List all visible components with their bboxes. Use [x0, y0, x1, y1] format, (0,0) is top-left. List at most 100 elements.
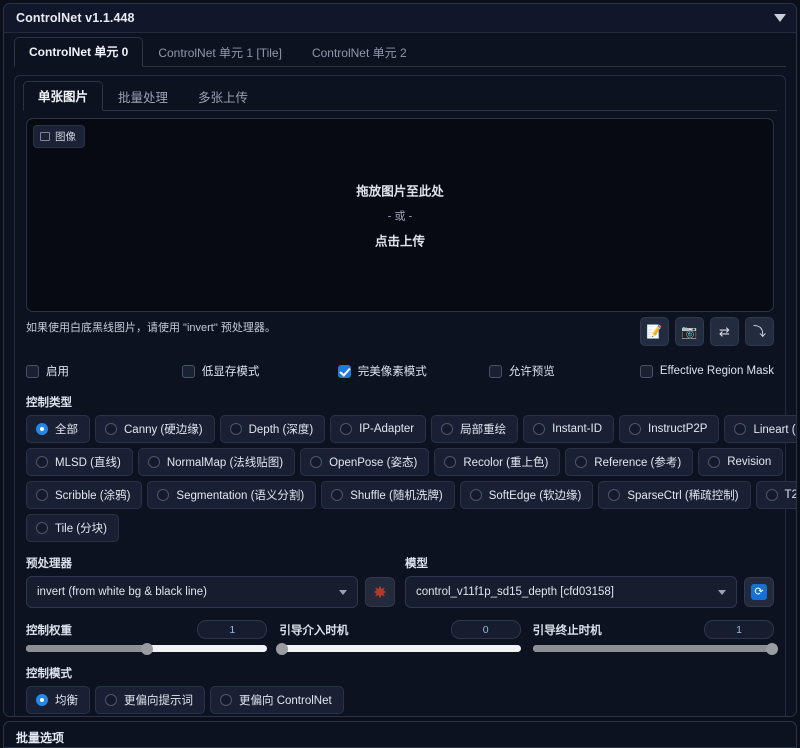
control-mode-controlnet-radio[interactable]	[220, 694, 232, 706]
control-type-openpose-radio[interactable]	[310, 456, 322, 468]
checkbox-effective-region-mask-box[interactable]	[640, 365, 653, 378]
dropzone-click-label[interactable]: 点击上传	[27, 231, 773, 250]
edit-image-icon[interactable]: 📝	[640, 317, 669, 346]
starting-step-track[interactable]	[279, 645, 520, 652]
ending-step-track[interactable]	[533, 645, 774, 652]
control-type-inpaint[interactable]: 局部重绘	[431, 415, 518, 443]
image-dropzone[interactable]: 图像 拖放图片至此处 - 或 - 点击上传	[26, 118, 774, 312]
control-type-softedge-radio[interactable]	[470, 489, 482, 501]
ending-step-knob[interactable]	[766, 643, 778, 655]
control-type-mlsd-radio[interactable]	[36, 456, 48, 468]
control-type-shuffle-radio[interactable]	[331, 489, 343, 501]
checkbox-effective-region-mask-label: Effective Region Mask	[660, 365, 774, 377]
control-type-all-label: 全部	[55, 421, 78, 437]
control-mode-prompt-radio[interactable]	[105, 694, 117, 706]
control-type-all-radio[interactable]	[36, 423, 48, 435]
model-select[interactable]: control_v11f1p_sd15_depth [cfd03158]	[405, 576, 737, 608]
dropzone-text: 拖放图片至此处 - 或 - 点击上传	[27, 181, 773, 250]
control-type-scribble-radio[interactable]	[36, 489, 48, 501]
panel-header[interactable]: ControlNet v1.1.448	[4, 4, 796, 33]
ending-step-slider: 引导终止时机 1	[533, 620, 774, 652]
control-type-t2i-adapter-radio[interactable]	[766, 489, 778, 501]
checkbox-allow-preview[interactable]: 允许预览	[489, 363, 640, 379]
checkbox-pixel-perfect[interactable]: 完美像素模式	[338, 363, 489, 379]
tab-batch-process[interactable]: 批量处理	[103, 82, 183, 111]
preprocessor-value: invert (from white bg & black line)	[37, 586, 207, 598]
control-type-segmentation-label: Segmentation (语义分割)	[176, 487, 304, 503]
send-to-icon[interactable]: ⤵	[745, 317, 774, 346]
control-type-all[interactable]: 全部	[26, 415, 90, 443]
control-type-scribble[interactable]: Scribble (涂鸦)	[26, 481, 142, 509]
control-type-normalmap[interactable]: NormalMap (法线贴图)	[138, 448, 295, 476]
control-type-sparsectrl[interactable]: SparseCtrl (稀疏控制)	[598, 481, 750, 509]
starting-step-value[interactable]: 0	[451, 620, 521, 639]
control-type-normalmap-radio[interactable]	[148, 456, 160, 468]
control-type-recolor-radio[interactable]	[444, 456, 456, 468]
control-type-tile[interactable]: Tile (分块)	[26, 514, 119, 542]
control-type-openpose[interactable]: OpenPose (姿态)	[300, 448, 429, 476]
preprocessor-select[interactable]: invert (from white bg & black line)	[26, 576, 358, 608]
control-type-row-3: Scribble (涂鸦) Segmentation (语义分割) Shuffl…	[26, 481, 774, 509]
control-type-sparsectrl-radio[interactable]	[608, 489, 620, 501]
control-type-instant-id[interactable]: Instant-ID	[523, 415, 614, 443]
control-type-mlsd[interactable]: MLSD (直线)	[26, 448, 133, 476]
control-type-tile-radio[interactable]	[36, 522, 48, 534]
control-type-recolor-label: Recolor (重上色)	[463, 454, 548, 470]
control-type-revision-radio[interactable]	[708, 456, 720, 468]
control-weight-track[interactable]	[26, 645, 267, 652]
control-mode-controlnet[interactable]: 更偏向 ControlNet	[210, 686, 344, 714]
chevron-down-icon[interactable]	[774, 14, 786, 22]
checkbox-enable-box[interactable]	[26, 365, 39, 378]
control-weight-value[interactable]: 1	[197, 620, 267, 639]
chevron-down-icon	[339, 590, 347, 595]
camera-icon[interactable]: 📷	[675, 317, 704, 346]
run-preprocessor-button[interactable]	[365, 577, 395, 607]
control-type-instant-id-radio[interactable]	[533, 423, 545, 435]
control-type-reference-radio[interactable]	[575, 456, 587, 468]
tab-controlnet-unit-0[interactable]: ControlNet 单元 0	[14, 37, 143, 67]
control-type-recolor[interactable]: Recolor (重上色)	[434, 448, 560, 476]
control-type-row-4: Tile (分块)	[26, 514, 774, 542]
swap-icon[interactable]: ⇄	[710, 317, 739, 346]
ending-step-value[interactable]: 1	[704, 620, 774, 639]
batch-options-section[interactable]: 批量选项	[3, 721, 797, 748]
checkbox-allow-preview-box[interactable]	[489, 365, 502, 378]
dropzone-drag-label: 拖放图片至此处	[27, 181, 773, 200]
control-type-instructp2p[interactable]: InstructP2P	[619, 415, 719, 443]
tab-controlnet-unit-2[interactable]: ControlNet 单元 2	[297, 38, 422, 67]
control-type-segmentation-radio[interactable]	[157, 489, 169, 501]
checkbox-low-vram[interactable]: 低显存模式	[182, 363, 338, 379]
control-type-lineart[interactable]: Lineart (线稿)	[724, 415, 797, 443]
control-mode-prompt[interactable]: 更偏向提示词	[95, 686, 205, 714]
checkbox-low-vram-label: 低显存模式	[202, 363, 260, 379]
control-type-canny-radio[interactable]	[105, 423, 117, 435]
control-type-ip-adapter-radio[interactable]	[340, 423, 352, 435]
refresh-models-button[interactable]: ⟳	[744, 577, 774, 607]
control-type-depth[interactable]: Depth (深度)	[220, 415, 326, 443]
control-type-revision[interactable]: Revision	[698, 448, 783, 476]
control-type-inpaint-radio[interactable]	[441, 423, 453, 435]
checkbox-pixel-perfect-box[interactable]	[338, 365, 351, 378]
tab-multi-upload[interactable]: 多张上传	[183, 82, 263, 111]
source-tabs: 单张图片 批量处理 多张上传	[23, 84, 777, 111]
control-type-shuffle[interactable]: Shuffle (随机洗牌)	[321, 481, 454, 509]
control-type-reference[interactable]: Reference (参考)	[565, 448, 693, 476]
control-weight-slider: 控制权重 1	[26, 620, 267, 652]
checkbox-enable[interactable]: 启用	[26, 363, 182, 379]
control-type-depth-radio[interactable]	[230, 423, 242, 435]
control-mode-balanced[interactable]: 均衡	[26, 686, 90, 714]
control-type-instructp2p-radio[interactable]	[629, 423, 641, 435]
tab-controlnet-unit-1[interactable]: ControlNet 单元 1 [Tile]	[143, 38, 297, 67]
control-type-t2i-adapter[interactable]: T2I-Adapter	[756, 481, 797, 509]
tab-single-image[interactable]: 单张图片	[23, 81, 103, 111]
control-type-canny[interactable]: Canny (硬边缘)	[95, 415, 215, 443]
control-weight-knob[interactable]	[141, 643, 153, 655]
control-type-ip-adapter[interactable]: IP-Adapter	[330, 415, 426, 443]
checkbox-effective-region-mask[interactable]: Effective Region Mask	[640, 365, 774, 378]
control-type-segmentation[interactable]: Segmentation (语义分割)	[147, 481, 316, 509]
checkbox-low-vram-box[interactable]	[182, 365, 195, 378]
starting-step-knob[interactable]	[276, 643, 288, 655]
control-type-lineart-radio[interactable]	[734, 423, 746, 435]
control-type-softedge[interactable]: SoftEdge (软边缘)	[460, 481, 594, 509]
control-mode-balanced-radio[interactable]	[36, 694, 48, 706]
